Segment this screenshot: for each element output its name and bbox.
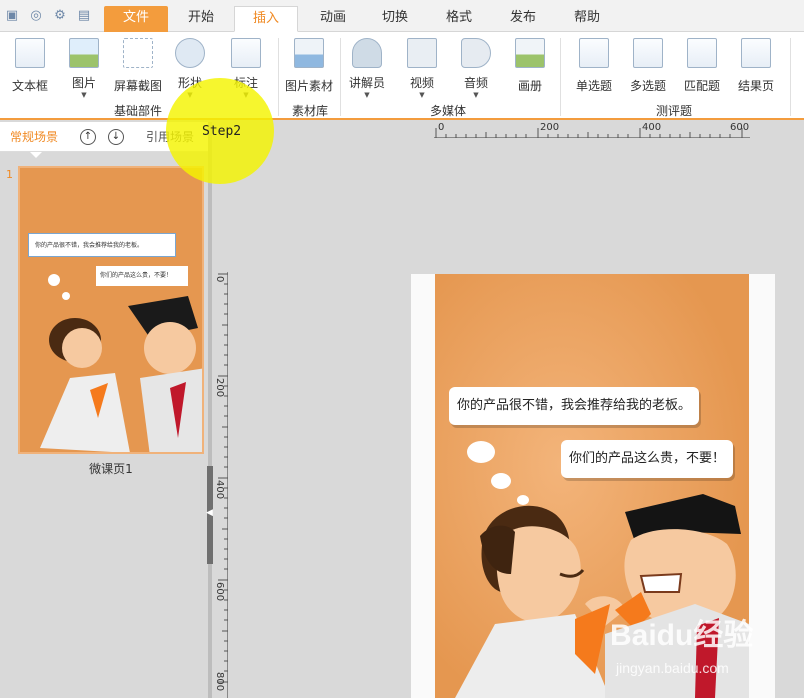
ruler-label: 400 [214,480,225,500]
settings-icon[interactable]: ⚙ [52,8,68,24]
matching-icon [687,38,717,68]
tab-home[interactable]: 开始 [172,6,230,32]
result-page-button[interactable]: 结果页 [728,38,784,104]
shape-icon [175,38,205,68]
album-icon [515,38,545,68]
ruler-label: 200 [214,378,225,398]
slide-caption: 微课页1 [89,462,133,476]
screenshot-label: 屏幕截图 [113,79,162,93]
matching-label: 匹配题 [683,79,720,93]
ruler-label: 200 [540,122,560,133]
divider [278,38,279,116]
multi-choice-button[interactable]: 多选题 [620,38,676,104]
screenshot-button[interactable]: 屏幕截图 [110,38,166,104]
audio-label: 音频 [463,76,488,90]
chevron-down-icon: ▼ [81,91,87,99]
save-icon[interactable]: ▣ [4,8,20,24]
vertical-ruler: 0 200 400 600 800 [212,272,228,698]
tab-regular-scene[interactable]: 常规场景 [10,128,58,145]
narrator-icon [352,38,382,68]
image-button[interactable]: 图片 ▼ [56,38,112,104]
image-icon [69,38,99,68]
ruler-ticks [435,128,743,138]
ruler-label: 600 [730,122,750,133]
menu-bar: ▣ ◎ ⚙ ▤ 文件 开始 插入 动画 切换 格式 发布 帮助 [0,0,804,32]
ruler-label: 0 [438,122,445,133]
speech-bubble[interactable]: 你们的产品这么贵，不要！ [561,440,734,478]
tab-animation[interactable]: 动画 [304,6,362,32]
tab-format[interactable]: 格式 [430,6,488,32]
image-library-label: 图片素材 [284,79,333,93]
publish-icon[interactable]: ◎ [28,8,44,24]
tab-transition[interactable]: 切换 [366,6,424,32]
single-choice-label: 单选题 [575,79,612,93]
image-library-icon [294,38,324,68]
tab-insert[interactable]: 插入 [234,6,298,32]
tab-publish[interactable]: 发布 [494,6,552,32]
preview-icon[interactable]: ▤ [76,8,92,24]
screenshot-icon [123,38,153,68]
divider [560,38,561,116]
scene-panel: 常规场景 ↑ ↓ 引用场景 1 你的产品很不错，我会推荐给我的老板。 你们的产品… [0,122,208,698]
slide-number: 1 [6,168,13,181]
ruler-label: 0 [214,276,225,283]
move-down-icon[interactable]: ↓ [108,129,124,145]
divider [790,38,791,116]
thumb-illustration [40,274,202,452]
watermark-logo: Baidu经验 [610,619,754,652]
textbox-icon [15,38,45,68]
ruler-label: 600 [214,582,225,602]
active-tab-pointer [30,152,42,158]
audio-icon [461,38,491,68]
video-icon [407,38,437,68]
narrator-label: 讲解员 [348,76,385,90]
slide-thumbnail[interactable]: 你的产品很不错，我会推荐给我的老板。 你们的产品这么贵，不要！ [18,166,204,454]
group-label-quiz: 测评题 [655,104,692,118]
textbox-label: 文本框 [11,79,48,93]
album-label: 画册 [517,79,542,93]
horizontal-ruler: 0 200 400 600 [434,122,750,138]
album-button[interactable]: 画册 [502,38,558,104]
multi-choice-label: 多选题 [629,79,666,93]
callout-icon [231,38,261,68]
image-library-button[interactable]: 图片素材 [281,38,337,104]
textbox-button[interactable]: 文本框 [2,38,58,104]
multi-choice-icon [633,38,663,68]
single-choice-icon [579,38,609,68]
group-label-basic: 基础部件 [113,104,162,118]
watermark-url: jingyan.baidu.com [616,660,729,676]
single-choice-button[interactable]: 单选题 [566,38,622,104]
tab-file[interactable]: 文件 [104,6,168,32]
video-button[interactable]: 视频 ▼ [394,38,450,104]
matching-button[interactable]: 匹配题 [674,38,730,104]
ruler-label: 400 [642,122,662,133]
step-label: Step2 [202,124,242,139]
audio-button[interactable]: 音频 ▼ [448,38,504,104]
ribbon-insert: 文本框 图片 ▼ 屏幕截图 形状 ▼ 标注 ▼ 基础部件 图片素材 素材库 讲解… [0,32,804,120]
speech-bubble[interactable]: 你的产品很不错，我会推荐给我的老板。 [449,387,700,425]
chevron-down-icon: ▼ [473,91,479,99]
group-label-multimedia: 多媒体 [429,104,466,118]
ruler-label: 800 [214,672,225,692]
move-up-icon[interactable]: ↑ [80,129,96,145]
narrator-button[interactable]: 讲解员 ▼ [339,38,395,104]
group-label-library: 素材库 [291,104,328,118]
image-label: 图片 [71,76,96,90]
chevron-down-icon: ▼ [419,91,425,99]
video-label: 视频 [409,76,434,90]
tab-help[interactable]: 帮助 [558,6,616,32]
chevron-down-icon: ▼ [364,91,370,99]
result-page-icon [741,38,771,68]
result-page-label: 结果页 [737,79,774,93]
